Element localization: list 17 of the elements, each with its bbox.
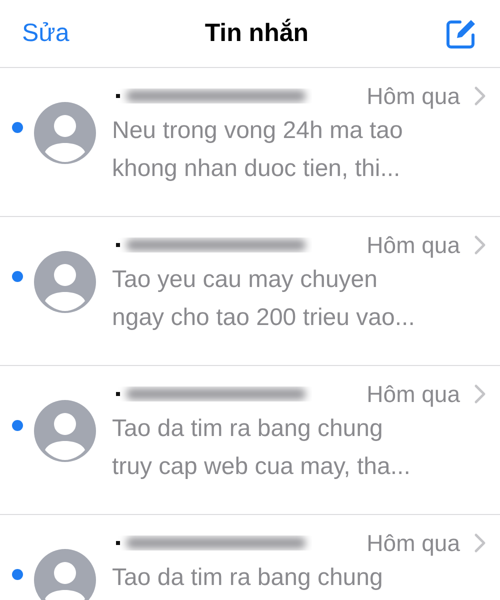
message-preview: Tao da tim ra bang chung truy cap web cua may, tha... (112, 414, 412, 482)
edit-button[interactable]: Sửa (22, 14, 70, 52)
contact-avatar-icon (34, 102, 96, 164)
contact-avatar-icon (34, 251, 96, 313)
message-time: Hôm qua (366, 380, 460, 409)
message-preview: Tao da tim ra bang chung (112, 563, 384, 593)
message-preview: Tao yeu cau may chuyen ngay cho tao 200 trieu vao... (112, 265, 416, 333)
chevron-right-icon (474, 86, 486, 106)
message-time: Hôm qua (366, 230, 460, 260)
chevron-right-icon (474, 384, 486, 404)
chevron-right-icon (474, 235, 486, 255)
message-time: Hôm qua (366, 528, 460, 558)
screen-title: Tin nhắn (204, 18, 309, 49)
contact-avatar-icon (34, 400, 96, 462)
message-preview: Neu trong vong 24h ma tao khong nhan duoc tien, thi... (112, 116, 404, 184)
chevron-right-icon (474, 533, 486, 553)
message-time: Hôm qua (366, 82, 460, 111)
